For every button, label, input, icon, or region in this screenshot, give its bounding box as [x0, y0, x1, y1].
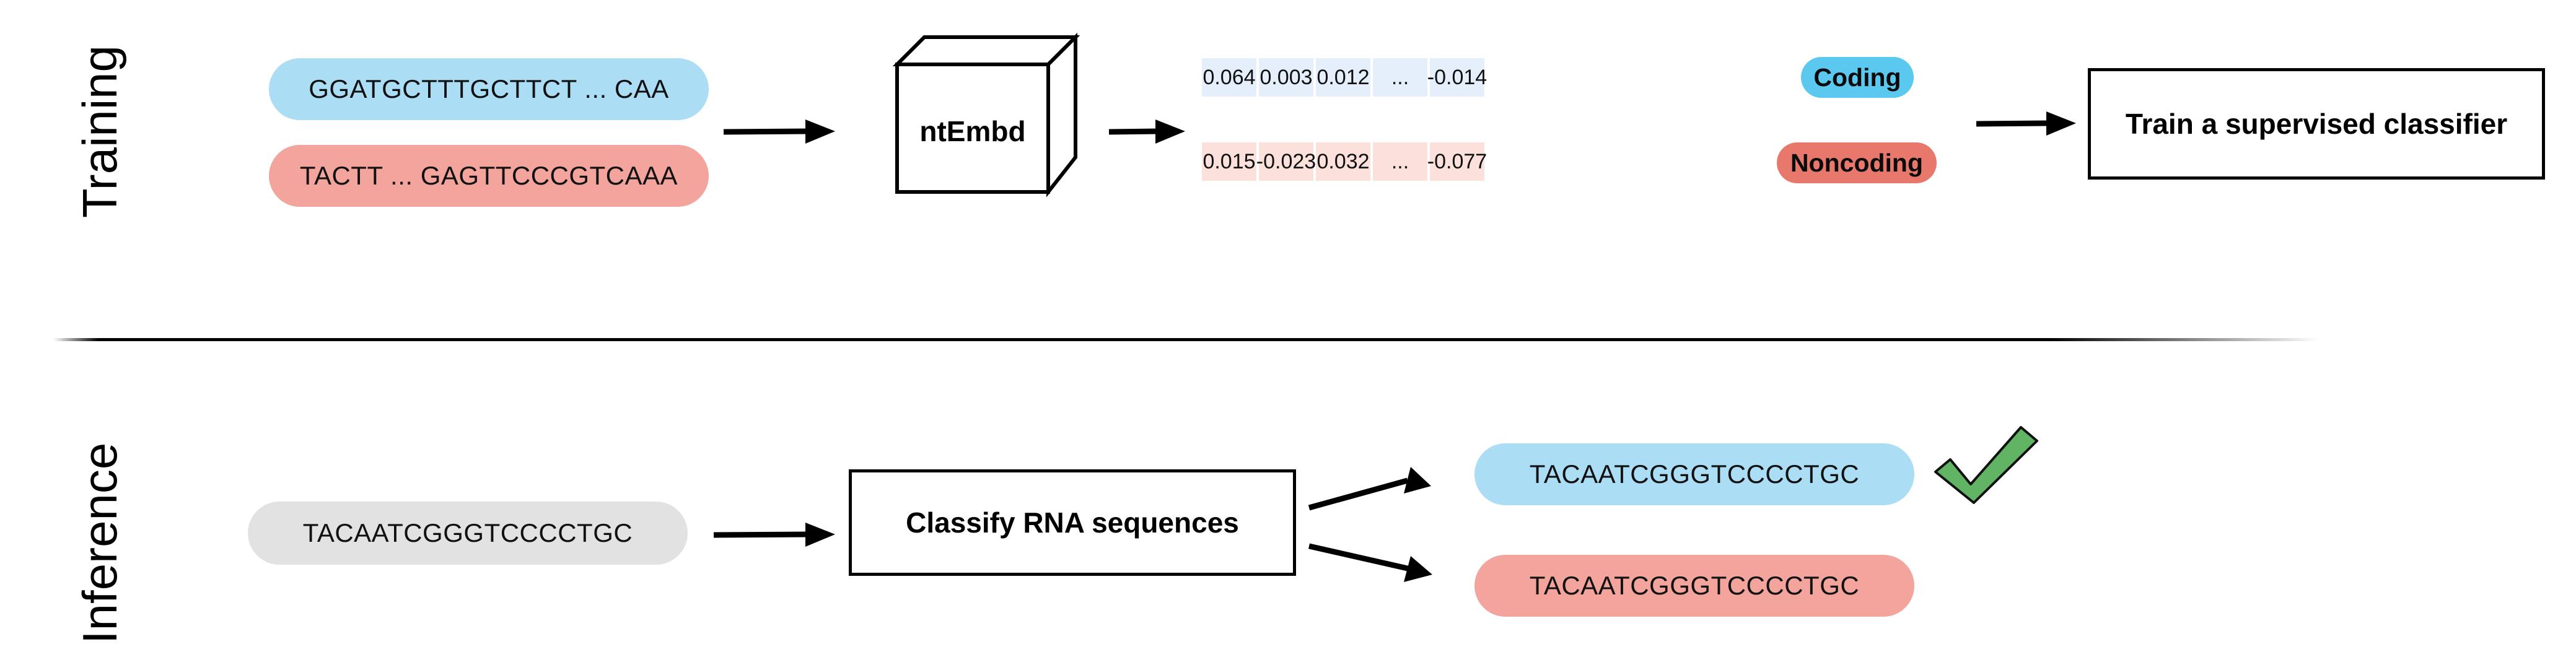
- embedding-row-noncoding: 0.015 -0.023 0.032 ... -0.077: [1202, 142, 1487, 181]
- train-classifier-box: Train a supervised classifier: [2088, 68, 2545, 180]
- inference-input-pill: TACAATCGGGTCCCCTGC: [248, 502, 688, 565]
- embedding-cell: -0.014: [1427, 58, 1487, 97]
- class-tag-noncoding: Noncoding: [1777, 142, 1937, 183]
- embedding-cell: -0.077: [1427, 142, 1487, 181]
- green-check-icon: [1934, 426, 2038, 504]
- arrow-classify-to-noncoding-output: [1308, 543, 1432, 582]
- embedding-cell: 0.064: [1202, 58, 1256, 97]
- embedding-cell: 0.032: [1316, 142, 1370, 181]
- embedding-cell: 0.015: [1202, 142, 1256, 181]
- class-tag-coding: Coding: [1801, 57, 1914, 98]
- inference-section-label: Inference: [72, 442, 127, 644]
- inference-output-pill-coding: TACAATCGGGTCCCCTGC: [1474, 443, 1914, 505]
- embedding-cell: 0.003: [1259, 58, 1313, 97]
- arrow-sequences-to-model: [723, 120, 835, 144]
- arrow-labels-to-classifier: [1976, 111, 2076, 136]
- cube-3d-icon: ntEmbd: [892, 32, 1080, 198]
- section-divider: [53, 338, 2320, 341]
- arrow-input-to-classify: [713, 523, 835, 547]
- embedding-cell: -0.023: [1256, 142, 1316, 181]
- arrow-model-to-embeddings: [1108, 120, 1185, 144]
- cube-label: ntEmbd: [919, 115, 1025, 147]
- embedding-cell-ellipsis: ...: [1373, 142, 1427, 181]
- embedding-cell: 0.012: [1316, 58, 1370, 97]
- training-sequence-pill-coding: GGATGCTTTGCTTCT ... CAA: [269, 58, 709, 120]
- embedding-cell-ellipsis: ...: [1373, 58, 1427, 97]
- inference-output-pill-noncoding: TACAATCGGGTCCCCTGC: [1474, 555, 1914, 617]
- training-sequence-pill-noncoding: TACTT ... GAGTTCCCGTCAAA: [269, 145, 709, 207]
- training-section-label: Training: [72, 45, 127, 218]
- workflow-figure: ntEmbd Training GGATGCTTTGCTTCT ... CAA …: [0, 0, 2576, 665]
- embedding-row-coding: 0.064 0.003 0.012 ... -0.014: [1202, 58, 1487, 97]
- classify-rna-box: Classify RNA sequences: [849, 469, 1296, 576]
- arrow-classify-to-coding-output: [1308, 467, 1431, 511]
